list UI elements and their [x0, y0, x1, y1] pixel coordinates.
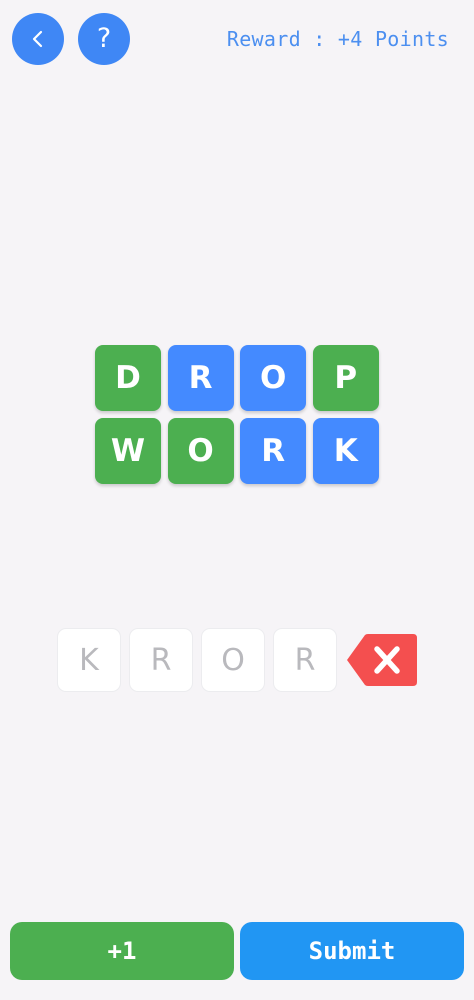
letter-tile[interactable]: K [312, 418, 379, 484]
reward-label: Reward : +4 Points [226, 27, 449, 51]
back-button[interactable] [12, 13, 64, 65]
backspace-icon [345, 633, 418, 687]
letter-tile[interactable]: P [312, 345, 379, 411]
answer-slot[interactable]: R [129, 628, 193, 692]
letter-tile[interactable]: R [240, 418, 307, 484]
submit-button[interactable]: Submit [240, 922, 464, 980]
answer-slots: K R O R [57, 628, 337, 692]
delete-button[interactable] [345, 633, 418, 687]
question-mark-icon: ? [96, 22, 112, 54]
help-button[interactable]: ? [78, 13, 130, 65]
letter-tile-grid: D R O P W O R K [95, 345, 379, 484]
answer-slot[interactable]: R [273, 628, 337, 692]
hint-plus-one-button[interactable]: +1 [10, 922, 234, 980]
letter-tile[interactable]: D [95, 345, 161, 411]
letter-tile[interactable]: W [95, 418, 161, 484]
letter-tile[interactable]: O [240, 345, 307, 411]
letter-tile[interactable]: O [167, 418, 234, 484]
answer-slot[interactable]: K [57, 628, 121, 692]
letter-tile[interactable]: R [167, 345, 234, 411]
answer-slot[interactable]: O [201, 628, 265, 692]
chevron-left-icon [27, 28, 49, 50]
